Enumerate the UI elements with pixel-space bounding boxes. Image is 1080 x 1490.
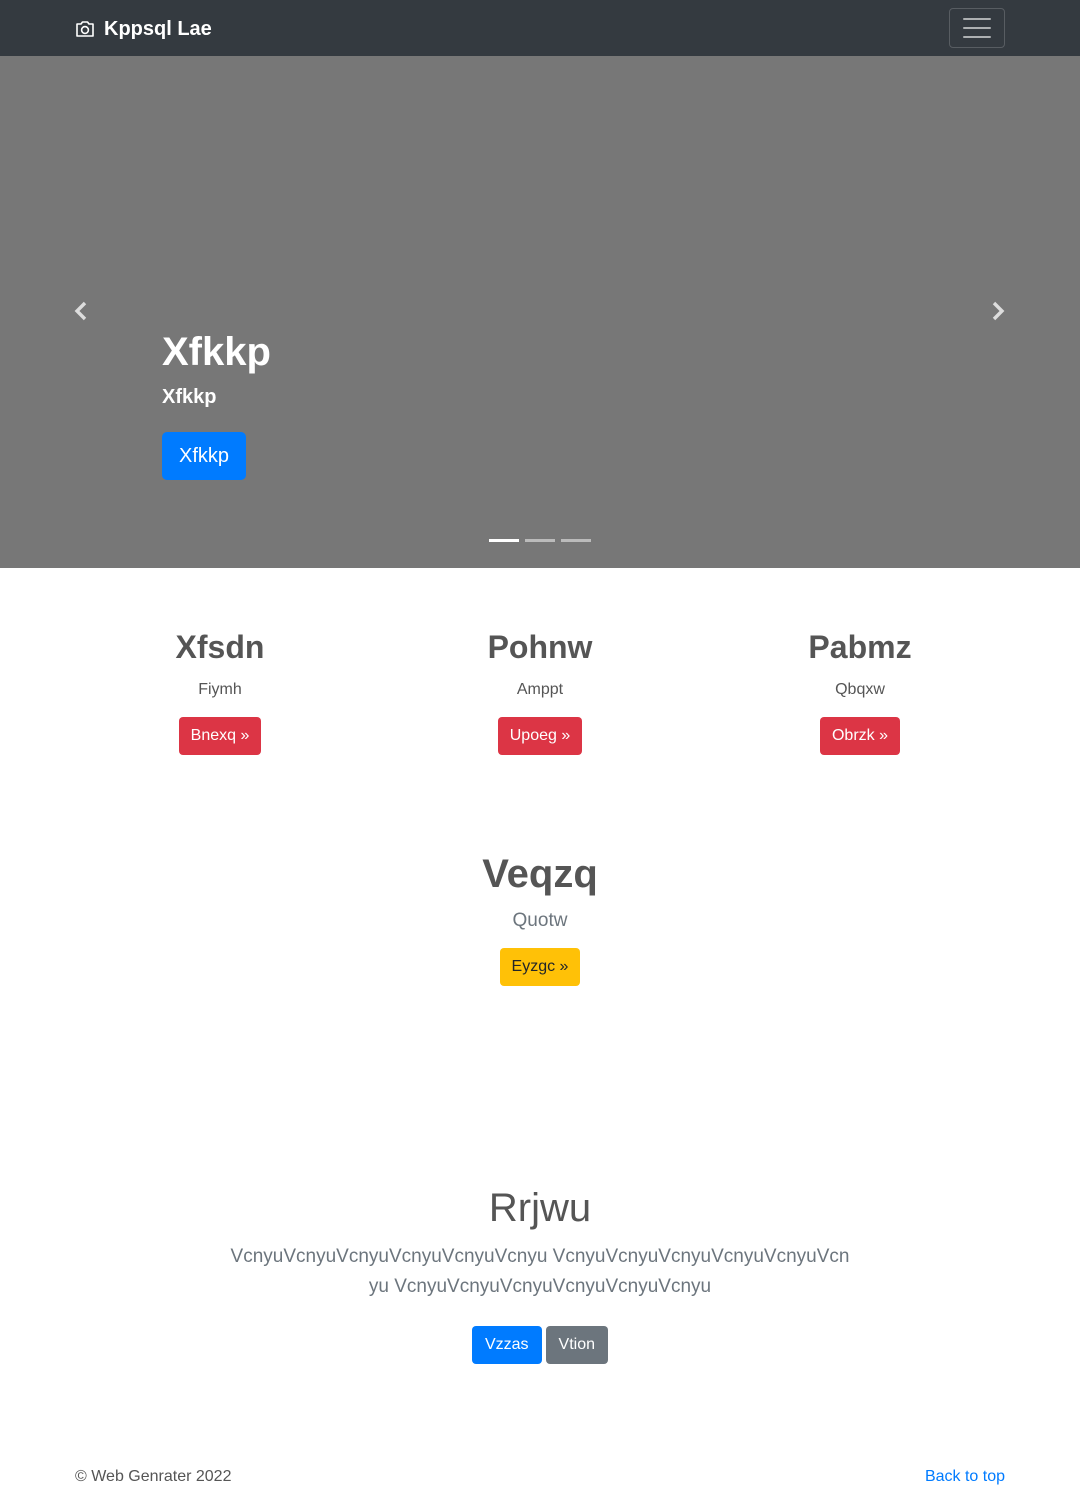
jumbotron-text: VcnyuVcnyuVcnyuVcnyuVcnyuVcnyu VcnyuVcny…: [230, 1246, 850, 1297]
chevron-left-icon: [74, 301, 87, 321]
copyright-text: © Web Genrater 2022: [75, 1468, 232, 1485]
column-2: Pohnw Amppt Upoeg »: [420, 629, 660, 756]
column-text: Amppt: [516, 681, 564, 699]
carousel-caption-subtitle: Xfkkp: [162, 386, 217, 408]
carousel-indicator-3[interactable]: [561, 539, 591, 542]
feature-button[interactable]: Eyzgc »: [499, 948, 581, 986]
feature-section: Veqzq Quotw Eyzgc »: [0, 852, 1080, 986]
column-title: Pabmz: [808, 629, 912, 665]
column-title: Xfsdn: [175, 629, 265, 665]
back-to-top-link[interactable]: Back to top: [925, 1468, 1005, 1486]
carousel-indicators: [489, 539, 591, 542]
feature-text: Quotw: [512, 910, 568, 931]
hamburger-menu-icon: [963, 27, 991, 29]
carousel-next-button[interactable]: [983, 296, 1013, 326]
navbar: Kppsql Lae: [0, 0, 1080, 56]
hero-carousel: Xfkkp Xfkkp Xfkkp: [0, 56, 1080, 568]
jumbotron-buttons: Vzzas Vtion: [0, 1326, 1080, 1364]
hamburger-menu-icon: [963, 36, 991, 38]
navbar-brand[interactable]: Kppsql Lae: [75, 15, 212, 43]
carousel-prev-button[interactable]: [66, 296, 96, 326]
jumbotron-title: Rrjwu: [488, 1186, 592, 1230]
brand-name: Kppsql Lae: [104, 17, 212, 40]
feature-title: Veqzq: [482, 852, 598, 896]
primary-button[interactable]: Vzzas: [471, 1326, 542, 1364]
column-3: Pabmz Qbqxw Obrzk »: [740, 629, 980, 756]
chevron-right-icon: [992, 301, 1005, 321]
column-text: Qbqxw: [835, 681, 885, 699]
column-title: Pohnw: [487, 629, 593, 665]
carousel-caption-button[interactable]: Xfkkp: [162, 432, 246, 480]
column-button[interactable]: Bnexq »: [178, 717, 262, 756]
hamburger-menu-icon: [963, 18, 991, 20]
jumbotron-section: Rrjwu VcnyuVcnyuVcnyuVcnyuVcnyuVcnyu Vcn…: [0, 1186, 1080, 1364]
camera-icon: [76, 21, 94, 37]
carousel-indicator-1[interactable]: [489, 539, 519, 542]
column-button[interactable]: Obrzk »: [819, 717, 900, 756]
navbar-toggler-button[interactable]: [949, 8, 1005, 48]
carousel-indicator-2[interactable]: [525, 539, 555, 542]
secondary-button[interactable]: Vtion: [545, 1326, 609, 1364]
column-button[interactable]: Upoeg »: [497, 717, 583, 756]
column-text: Fiymh: [198, 681, 242, 699]
carousel-caption-title: Xfkkp: [162, 330, 271, 374]
column-1: Xfsdn Fiymh Bnexq »: [100, 629, 340, 756]
